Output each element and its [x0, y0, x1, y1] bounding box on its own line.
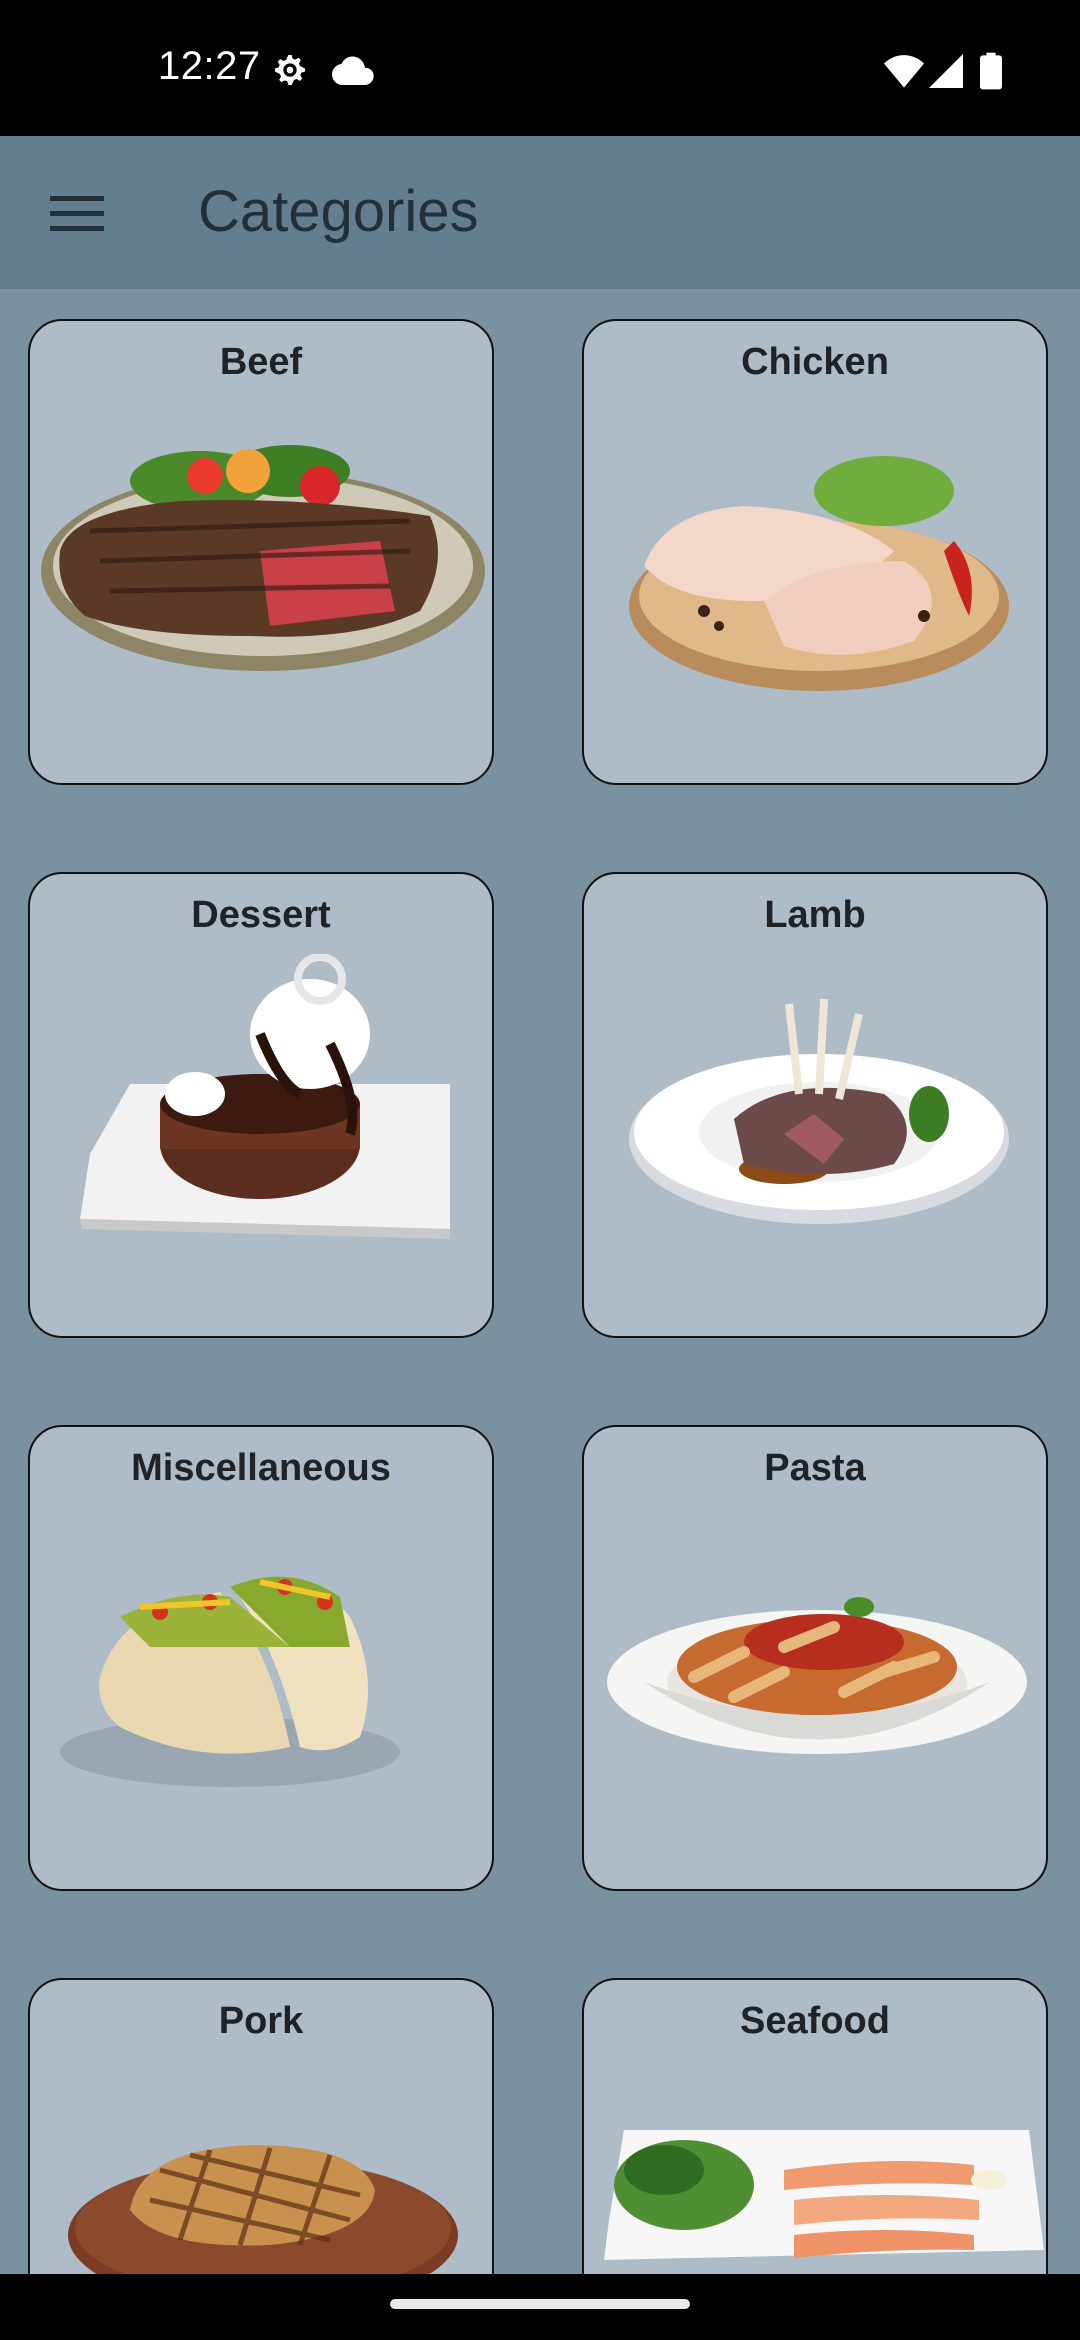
pasta-image	[607, 1597, 1027, 1754]
category-label: Chicken	[741, 341, 889, 383]
cell-signal-icon	[929, 54, 963, 88]
chicken-image	[629, 456, 1009, 691]
wifi-icon	[884, 55, 924, 88]
battery-icon	[980, 52, 1002, 90]
category-label: Beef	[219, 341, 303, 383]
category-card-seafood[interactable]: Seafood	[582, 1978, 1048, 2274]
category-card-beef[interactable]: Beef	[28, 319, 494, 785]
taco-image	[60, 1576, 400, 1787]
seafood-image	[604, 2130, 1044, 2260]
category-card-miscellaneous[interactable]: Miscellaneous	[28, 1425, 494, 1891]
category-card-pasta[interactable]: Pasta	[582, 1425, 1048, 1891]
home-gesture-handle[interactable]	[390, 2299, 690, 2309]
category-label: Pasta	[764, 1447, 866, 1489]
beef-steak-image	[41, 445, 485, 671]
hamburger-menu-icon[interactable]	[50, 194, 104, 232]
pork-chop-image	[68, 2145, 458, 2274]
page-title: Categories	[198, 179, 479, 244]
cloud-icon	[332, 56, 374, 85]
category-grid[interactable]: Beef Chicken Dessert Lamb Miscellaneous …	[0, 289, 1080, 2274]
category-label: Dessert	[191, 894, 331, 936]
category-label: Pork	[218, 2000, 304, 2042]
app-bar	[0, 136, 1080, 289]
category-card-chicken[interactable]: Chicken	[582, 319, 1048, 785]
category-card-lamb[interactable]: Lamb	[582, 872, 1048, 1338]
category-label: Lamb	[764, 894, 866, 936]
lamb-image	[629, 998, 1009, 1224]
category-card-dessert[interactable]: Dessert	[28, 872, 494, 1338]
settings-gear-icon	[275, 55, 305, 85]
status-time: 12:27	[158, 44, 261, 88]
category-card-pork[interactable]: Pork	[28, 1978, 494, 2274]
dessert-image	[80, 954, 450, 1239]
category-label: Miscellaneous	[131, 1447, 391, 1489]
category-label: Seafood	[740, 2000, 890, 2042]
